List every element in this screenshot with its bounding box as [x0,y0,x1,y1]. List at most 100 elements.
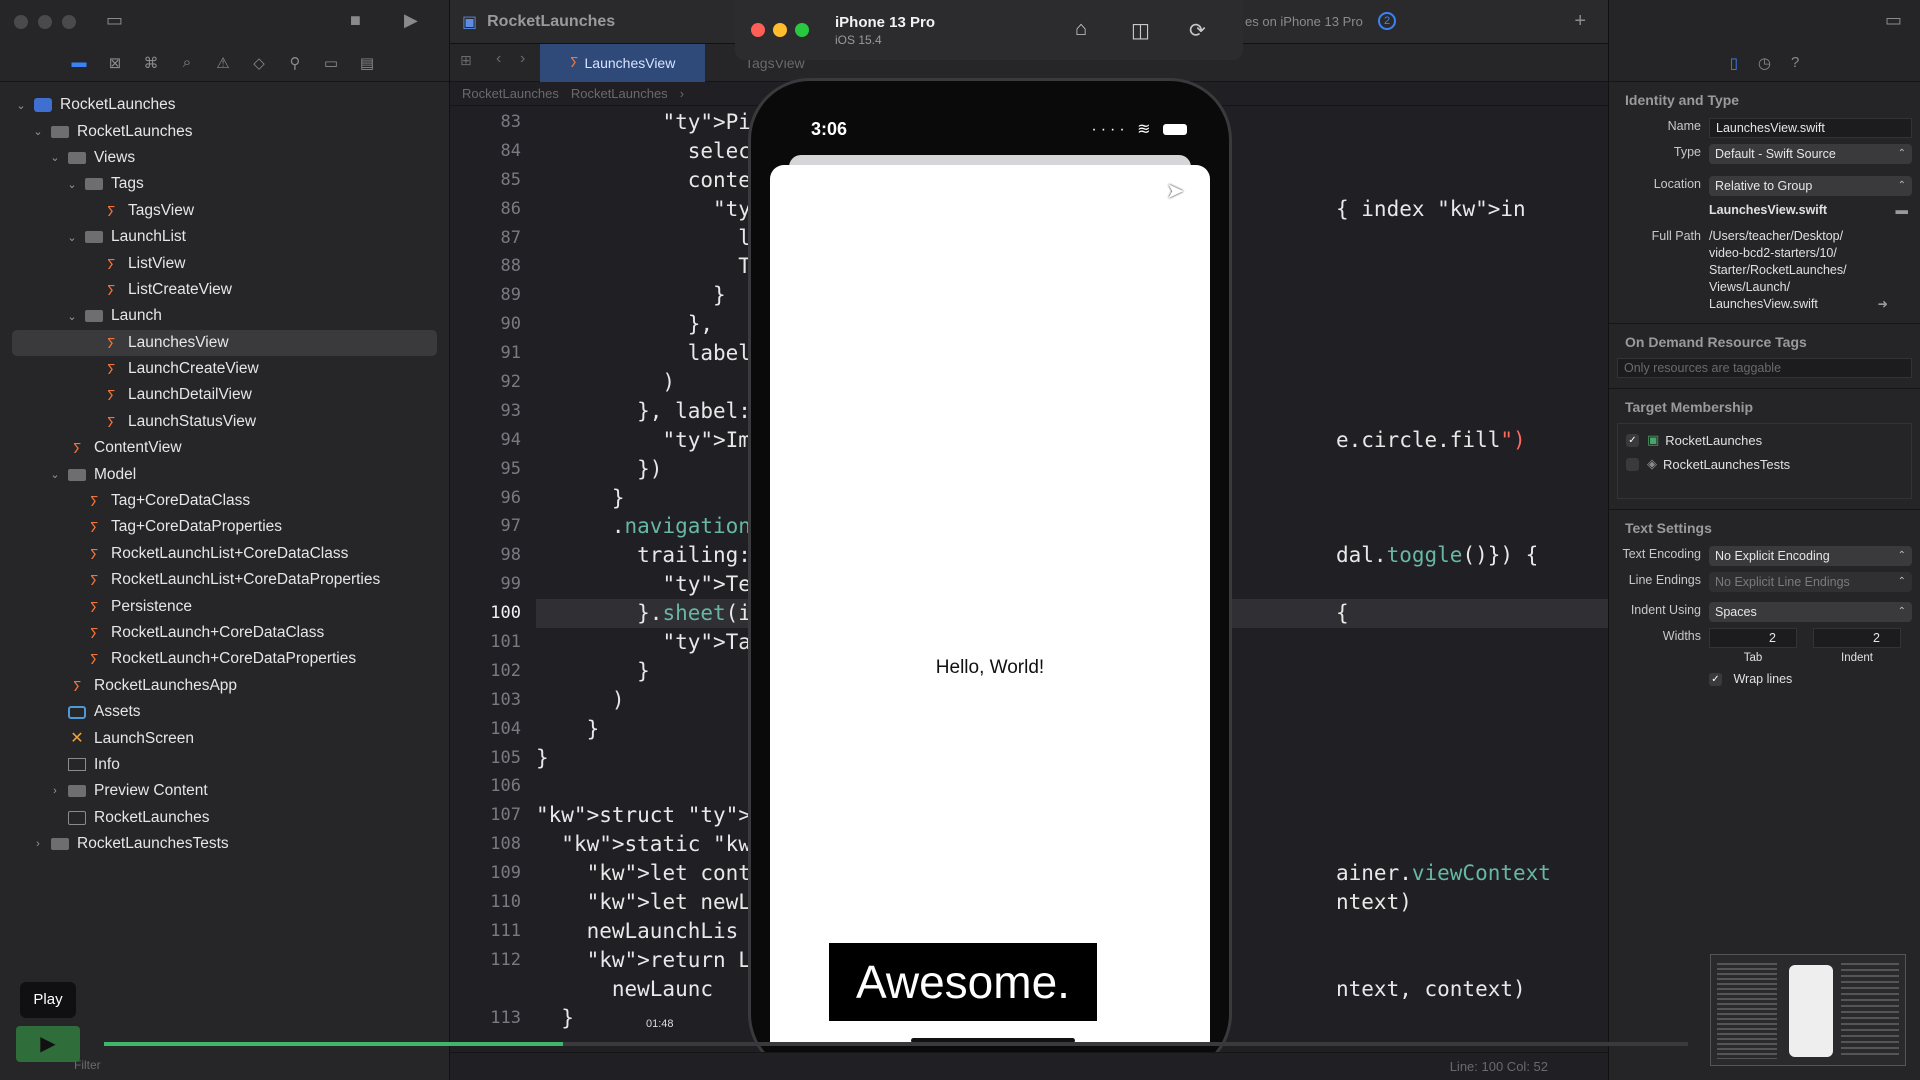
tree-item[interactable]: ⌄ Tags [0,171,449,197]
disclosure-icon[interactable]: › [48,785,62,797]
tree-item[interactable]: ⵢ LaunchCreateView [0,356,449,382]
breadcrumb-folder[interactable]: RocketLaunches [571,86,668,101]
sim-os-version: iOS 15.4 [835,32,882,47]
tree-item[interactable]: ⌄ Model [0,461,449,487]
tree-item[interactable]: Info [0,752,449,778]
breadcrumb-project[interactable]: RocketLaunches [462,86,559,101]
tree-item-label: RocketLaunches [60,96,176,114]
tree-item[interactable]: ⵢ RocketLaunch+CoreDataClass [0,620,449,646]
report-icon[interactable]: ▤ [358,54,376,72]
disclosure-icon[interactable]: ⌄ [31,125,45,138]
tree-item[interactable]: ⌄ RocketLaunches [0,92,449,118]
sim-close-button[interactable] [751,23,765,37]
tree-item[interactable]: ⵢ RocketLaunchList+CoreDataProperties [0,567,449,593]
odr-tags-field[interactable]: Only resources are taggable [1617,358,1912,378]
type-select[interactable]: Default - Swift Source [1709,144,1912,164]
encoding-select[interactable]: No Explicit Encoding [1709,546,1912,566]
symbol-icon[interactable]: ⌘ [142,54,160,72]
disclosure-icon[interactable]: ⌄ [14,99,28,112]
test-icon[interactable]: ◇ [250,54,268,72]
tree-item[interactable]: ⵢ Persistence [0,593,449,619]
tree-item[interactable]: ⵢ Tag+CoreDataProperties [0,514,449,540]
close-window-button[interactable] [14,15,28,29]
tree-item[interactable]: ⵢ LaunchDetailView [0,382,449,408]
folder-icon[interactable]: ▬ [70,54,88,71]
warning-icon[interactable]: ⚠ [214,54,232,72]
tree-item[interactable]: ⵢ Tag+CoreDataClass [0,488,449,514]
debug-icon[interactable]: ⚲ [286,54,304,72]
name-field[interactable]: LaunchesView.swift [1709,118,1912,138]
history-icon[interactable]: ◷ [1758,54,1771,72]
tree-item[interactable]: ⵢ LaunchStatusView [0,409,449,435]
target-2-checkbox[interactable] [1626,457,1639,471]
tree-item[interactable]: ⌄ Launch [0,303,449,329]
tree-item[interactable]: ⌄ LaunchList [0,224,449,250]
tree-item[interactable]: ⵢ RocketLaunch+CoreDataProperties [0,646,449,672]
tree-item[interactable]: ⵢ ListCreateView [0,277,449,303]
caption-overlay: Awesome. [829,943,1097,1021]
disclosure-icon[interactable]: ⌄ [65,310,79,323]
disclosure-icon[interactable]: ⌄ [48,151,62,164]
sim-minimize-button[interactable] [773,23,787,37]
minimize-window-button[interactable] [38,15,52,29]
wrap-lines-checkbox[interactable]: ✓ [1709,673,1722,687]
issues-badge-icon[interactable]: 2 [1378,12,1396,30]
location-select[interactable]: Relative to Group [1709,176,1912,196]
line-number: 109 [490,863,521,884]
tree-item-label: Preview Content [94,782,208,800]
test-target-icon: ◈ [1647,456,1657,471]
sim-zoom-button[interactable] [795,23,809,37]
file-inspector-icon[interactable]: ▯ [1730,54,1738,72]
tree-item[interactable]: ⌄ Views [0,145,449,171]
tree-item[interactable]: › Preview Content [0,778,449,804]
add-tab-icon[interactable]: + [1574,10,1586,33]
tree-item[interactable]: › RocketLaunchesTests [0,831,449,857]
tree-item[interactable]: RocketLaunches [0,805,449,831]
choose-folder-icon[interactable]: ▬ [1896,202,1909,219]
line-number: 103 [490,689,521,710]
disclosure-icon[interactable]: ⌄ [48,468,62,481]
line-number [450,975,535,1004]
tree-item[interactable]: ⵢ ListView [0,250,449,276]
forward-icon[interactable]: › [520,50,525,68]
target-1-checkbox[interactable]: ✓ [1626,433,1639,447]
home-icon[interactable]: ⌂ [1075,18,1087,41]
tree-item[interactable]: ⵢ RocketLaunchList+CoreDataClass [0,541,449,567]
tab-width-field[interactable]: 2 [1709,628,1797,648]
run-icon[interactable]: ▶ [404,10,418,31]
breakpoint-icon[interactable]: ▭ [322,54,340,72]
tree-item[interactable]: ✕ LaunchScreen [0,725,449,751]
disclosure-icon[interactable]: ⌄ [65,178,79,191]
help-icon[interactable]: ? [1791,54,1799,71]
back-icon[interactable]: ‹ [496,50,501,68]
disclosure-icon[interactable]: ⌄ [65,231,79,244]
tree-item[interactable]: ⵢ LaunchesView [12,329,437,356]
tree-item[interactable]: ⵢ RocketLaunchesApp [0,673,449,699]
zoom-window-button[interactable] [62,15,76,29]
indent-width-field[interactable]: 2 [1813,628,1901,648]
indent-using-label: Indent Using [1630,603,1701,617]
play-button[interactable]: ▶ [16,1026,80,1062]
source-control-icon[interactable]: ⊠ [106,54,124,72]
screenshot-icon[interactable]: ◫ [1131,18,1150,43]
grid-icon[interactable]: ⊞ [460,52,472,69]
inspector-toggle-icon[interactable]: ▭ [1885,10,1902,31]
playback-progress-bar[interactable] [104,1042,1688,1046]
line-endings-select[interactable]: No Explicit Line Endings [1709,572,1912,592]
rotate-icon[interactable]: ⟳ [1189,18,1206,43]
tree-item-label: Tag+CoreDataProperties [111,518,283,536]
thumb-phone [1789,965,1833,1057]
sidebar-toggle-icon[interactable]: ▭ [106,10,123,31]
tab-launches-view[interactable]: ⵢ LaunchesView [540,43,705,82]
tree-item[interactable]: ⌄ RocketLaunches [0,118,449,144]
tree-item[interactable]: Assets [0,699,449,725]
find-icon[interactable]: ⌕ [178,54,196,71]
stop-icon[interactable]: ■ [350,10,361,31]
disclosure-icon[interactable]: › [31,838,45,850]
code-text: conte [536,167,751,192]
tree-item[interactable]: ⵢ ContentView [0,435,449,461]
modal-sheet[interactable]: Hello, World! Awesome. [770,165,1210,1045]
indent-using-select[interactable]: Spaces [1709,602,1912,622]
reveal-in-finder-icon[interactable]: ➜ [1878,296,1888,313]
tree-item[interactable]: ⵢ TagsView [0,198,449,224]
